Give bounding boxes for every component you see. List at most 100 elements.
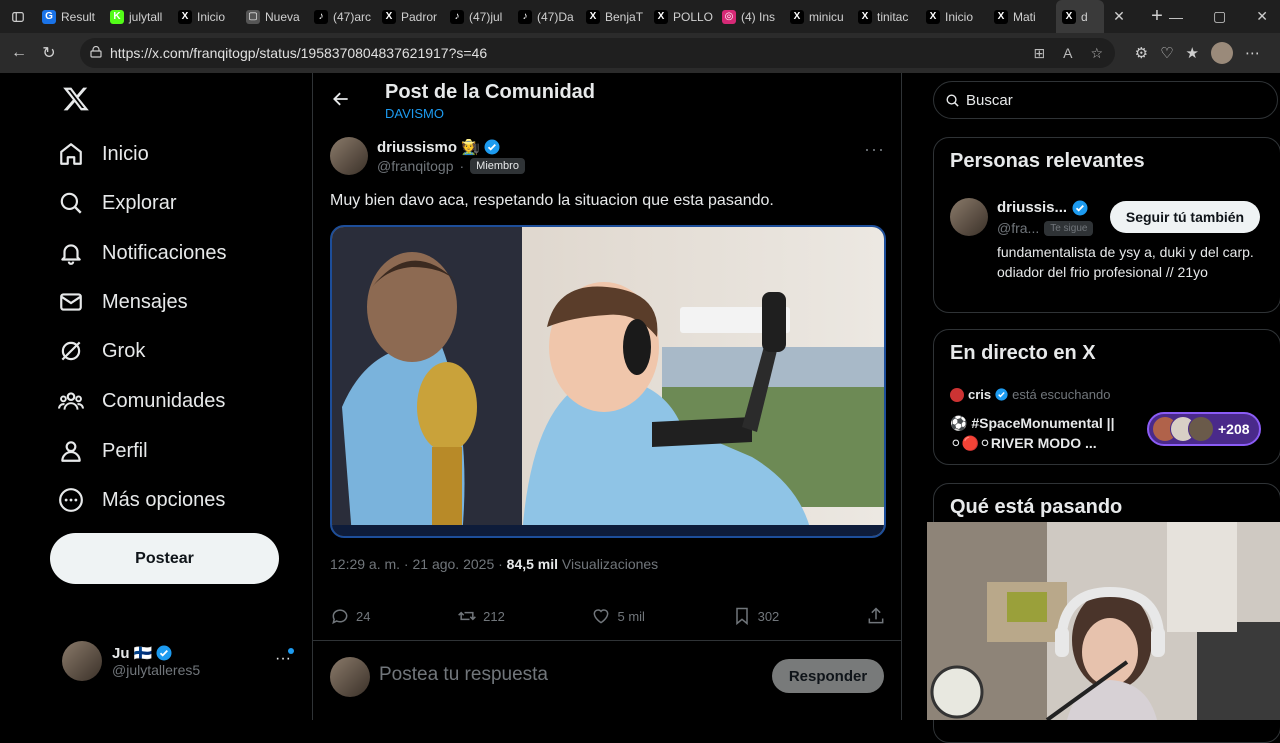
sidebar-item-perfil[interactable]: Perfil: [58, 431, 148, 471]
tab-favicon-icon: ♪: [450, 9, 464, 24]
maximize-icon[interactable]: ▢: [1213, 8, 1226, 25]
author-name-link[interactable]: driussismo 🧑‍🌾: [377, 138, 500, 156]
like-button[interactable]: 5 mil: [591, 606, 645, 626]
browser-tab[interactable]: X POLLO: [648, 0, 716, 33]
browser-tab[interactable]: G Result: [36, 0, 104, 33]
sidebar-item-label: Grok: [102, 339, 146, 362]
home-icon: [60, 143, 82, 165]
verified-badge-icon: [1072, 200, 1088, 215]
browser-tab[interactable]: ▢ Nueva: [240, 0, 308, 33]
share-button[interactable]: [866, 606, 886, 626]
browser-tab[interactable]: Xd: [1056, 0, 1104, 33]
follow-back-button[interactable]: Seguir tú también: [1110, 201, 1260, 233]
tab-favicon-icon: X: [858, 9, 872, 24]
post-more-icon[interactable]: ···: [864, 139, 885, 160]
search-input[interactable]: Buscar: [933, 81, 1278, 119]
sidebar-item-grok[interactable]: Grok: [58, 331, 145, 371]
relevant-user-bio: fundamentalista de ysy a, duki y del car…: [997, 244, 1254, 280]
more-circle-icon: [59, 488, 83, 512]
tab-favicon-icon: X: [654, 9, 668, 24]
back-arrow-icon[interactable]: [331, 89, 351, 109]
live-host-row[interactable]: cris está escuchando: [950, 387, 1110, 402]
tab-label: Padror: [401, 9, 438, 24]
reply-input[interactable]: Postea tu respuesta: [379, 664, 548, 686]
apps-icon[interactable]: ⊞: [1033, 45, 1045, 62]
bookmark-button[interactable]: 302: [732, 606, 779, 626]
page-title: Post de la Comunidad: [385, 81, 596, 103]
new-tab-button[interactable]: +: [1142, 2, 1172, 32]
bell-icon: [61, 244, 81, 265]
profile-avatar[interactable]: [1211, 42, 1233, 64]
url-field[interactable]: https://x.com/franqitogp/status/19583708…: [80, 38, 1115, 68]
browser-tab[interactable]: ♪ (47)Da: [512, 0, 580, 33]
tab-label: (4) Ins: [741, 9, 776, 24]
search-icon: [946, 94, 959, 107]
browser-tab[interactable]: X Inicio: [920, 0, 988, 33]
sidebar-item-mensajes[interactable]: Mensajes: [58, 282, 188, 322]
site-info-icon[interactable]: [90, 46, 102, 58]
browser-tab[interactable]: ◎ (4) Ins: [716, 0, 784, 33]
sidebar-item-label: Perfil: [102, 439, 148, 462]
sidebar-item-comunidades[interactable]: Comunidades: [58, 381, 225, 421]
x-logo-icon[interactable]: [62, 85, 90, 113]
person-icon: [61, 441, 81, 462]
tab-label: (47)jul: [469, 9, 503, 24]
favorite-star-icon[interactable]: ☆: [1090, 45, 1103, 62]
reload-icon[interactable]: ↻: [34, 38, 64, 68]
sidebar-item-explorar[interactable]: Explorar: [58, 183, 176, 223]
account-avatar: [62, 641, 102, 681]
tab-label: Mati: [1013, 9, 1036, 24]
account-switcher[interactable]: Ju 🇫🇮 @julytalleres5 ···: [62, 640, 300, 682]
sidebar-item-mas-opciones[interactable]: Más opciones: [58, 480, 225, 520]
back-arrow-icon[interactable]: ←: [4, 38, 34, 68]
read-aloud-icon[interactable]: A: [1063, 45, 1072, 61]
window-close-icon[interactable]: ✕: [1256, 8, 1268, 25]
browser-tab[interactable]: X Inicio: [172, 0, 240, 33]
relevant-people-card: Personas relevantes driussis... @fra... …: [933, 137, 1280, 313]
browser-tab[interactable]: X Mati: [988, 0, 1056, 33]
browser-tab[interactable]: ♪ (47)arc: [308, 0, 376, 33]
tab-label: d: [1081, 9, 1088, 24]
post-timestamp[interactable]: 12:29 a. m. · 21 ago. 2025 ·: [330, 556, 507, 572]
community-name-link[interactable]: DAVISMO: [385, 106, 444, 121]
browser-essentials-icon[interactable]: ♡: [1160, 44, 1173, 62]
relevant-user-name-link[interactable]: driussis...: [997, 199, 1088, 216]
host-name: cris: [968, 387, 992, 402]
repost-button[interactable]: 212: [457, 606, 505, 626]
space-title[interactable]: ⚽ #SpaceMonumental || ⚪🔴⚪RIVER MODO ...: [950, 413, 1140, 453]
host-avatar: [950, 387, 964, 402]
tab-favicon-icon: X: [1062, 9, 1076, 24]
author-name: driussismo 🧑‍🌾: [377, 139, 480, 156]
sidebar-item-inicio[interactable]: Inicio: [58, 134, 149, 174]
browser-tab[interactable]: X BenjaT: [580, 0, 648, 33]
search-icon: [60, 192, 82, 214]
author-avatar[interactable]: [330, 137, 368, 175]
reply-button[interactable]: 24: [330, 606, 370, 626]
minimize-icon[interactable]: —: [1169, 9, 1183, 25]
relevant-people-title: Personas relevantes: [950, 150, 1145, 172]
tab-label: julytall: [129, 9, 163, 24]
browser-tab[interactable]: X Padror: [376, 0, 444, 33]
relevant-user-handle: @fra...: [997, 220, 1040, 236]
reply-submit-button[interactable]: Responder: [772, 659, 884, 693]
sidebar-item-notificaciones[interactable]: Notificaciones: [58, 233, 227, 273]
tab-favicon-icon: ♪: [518, 9, 532, 24]
browser-tab[interactable]: Xtinitac: [852, 0, 920, 33]
relevant-user-avatar[interactable]: [950, 198, 988, 236]
space-listeners-pill[interactable]: +208: [1147, 412, 1261, 446]
post-button[interactable]: Postear: [50, 533, 279, 584]
tab-actions-icon[interactable]: [0, 2, 36, 32]
extensions-icon[interactable]: ⚙: [1135, 44, 1148, 62]
browser-tab[interactable]: Xminicu: [784, 0, 852, 33]
browser-tab[interactable]: ♪ (47)jul: [444, 0, 512, 33]
listener-avatar: [1188, 416, 1214, 442]
browser-menu-icon[interactable]: ⋯: [1245, 44, 1260, 62]
browser-tab-bar: G Result Kjulytall X Inicio ▢ Nueva ♪ (47)arc X Pa…: [0, 0, 1280, 33]
browser-tab[interactable]: Kjulytall: [104, 0, 172, 33]
favorites-icon[interactable]: ★: [1186, 44, 1199, 62]
tab-close-icon[interactable]: ✕: [1104, 2, 1134, 32]
share-icon: [868, 607, 884, 624]
author-handle[interactable]: @franqitogp: [377, 158, 453, 174]
follows-you-badge: Te sigue: [1044, 220, 1094, 236]
post-media-image[interactable]: [330, 225, 886, 538]
